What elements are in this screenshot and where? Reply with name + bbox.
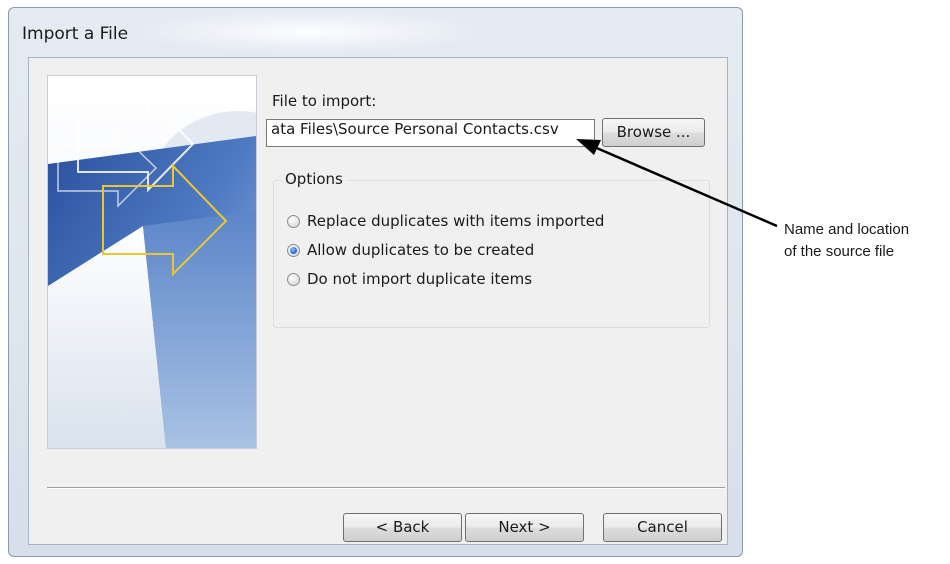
- file-to-import-field[interactable]: ata Files\Source Personal Contacts.csv: [266, 119, 595, 147]
- file-path-text: ata Files\Source Personal Contacts.csv: [271, 120, 559, 138]
- radio-replace-duplicates[interactable]: Replace duplicates with items imported: [287, 210, 604, 232]
- callout-annotation: Name and location of the source file: [784, 219, 909, 263]
- button-separator: [47, 487, 725, 489]
- radio-button-selected-icon[interactable]: [287, 243, 300, 257]
- radio-do-not-import-duplicates[interactable]: Do not import duplicate items: [287, 268, 532, 290]
- dialog-title: Import a File: [22, 24, 129, 44]
- file-to-import-label: File to import:: [272, 92, 377, 110]
- radio-allow-duplicates[interactable]: Allow duplicates to be created: [287, 239, 534, 261]
- dialog-client-area: File to import: ata Files\Source Persona…: [28, 57, 728, 545]
- callout-line-2: of the source file: [784, 243, 895, 260]
- import-file-dialog: Import a File File to import: ata Files\…: [8, 7, 743, 557]
- screenshot-stage: Import a File File to import: ata Files\…: [0, 0, 950, 564]
- radio-button-icon[interactable]: [287, 214, 300, 228]
- radio-button-icon[interactable]: [287, 272, 300, 286]
- back-button[interactable]: < Back: [343, 513, 462, 542]
- titlebar-glow: [129, 10, 489, 54]
- radio-label: Allow duplicates to be created: [307, 241, 535, 259]
- next-button[interactable]: Next >: [465, 513, 584, 542]
- radio-label: Do not import duplicate items: [307, 270, 533, 288]
- options-legend: Options: [281, 170, 347, 188]
- wizard-image-graphic: [48, 76, 256, 448]
- radio-label: Replace duplicates with items imported: [307, 212, 605, 230]
- browse-button[interactable]: Browse ...: [602, 118, 705, 147]
- cancel-button[interactable]: Cancel: [603, 513, 722, 542]
- import-arrows-graphic: [47, 75, 257, 449]
- callout-line-1: Name and location: [784, 221, 910, 238]
